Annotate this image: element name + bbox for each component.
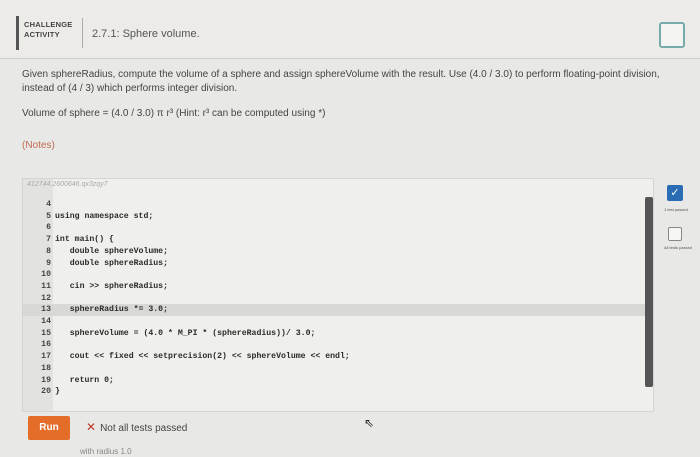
code-line[interactable]: 18 [23,363,653,375]
code-line[interactable]: 10 [23,269,653,281]
line-number: 9 [46,258,51,268]
code-line[interactable]: 9 double sphereRadius; [23,258,653,270]
badge-separator [82,18,83,48]
code-line[interactable]: 13 sphereRadius *= 3.0; [23,304,653,316]
code-text[interactable]: double sphereVolume; [51,246,168,258]
fail-x-icon: ✕ [86,420,97,434]
partial-bottom-text: with radius 1.0 [80,447,132,456]
line-number: 15 [41,328,51,338]
volume-formula: Volume of sphere = (4.0 / 3.0) π r³ (Hin… [22,108,326,119]
code-line[interactable]: 4 [23,199,653,211]
mouse-cursor-icon: ⇖ [364,416,375,430]
code-text[interactable]: cout << fixed << setprecision(2) << sphe… [51,351,350,363]
code-line[interactable]: 6 [23,222,653,234]
code-line[interactable]: 7 int main() { [23,234,653,246]
code-editor[interactable]: 412744.2600646.qx3zqy7 4 5 using namespace… [22,178,654,412]
code-line[interactable]: 5 using namespace std; [23,211,653,223]
test-passed-label: 1 test passed [664,207,688,212]
code-line[interactable]: 11 cin >> sphereRadius; [23,281,653,293]
code-line[interactable]: 8 double sphereVolume; [23,246,653,258]
editor-id-text: 412744.2600646.qx3zqy7 [27,181,108,188]
badge-line-2: ACTIVITY [24,30,60,39]
line-number: 10 [41,270,51,280]
line-number: 6 [46,223,51,233]
code-line[interactable]: 17 cout << fixed << setprecision(2) << s… [23,351,653,363]
completion-check-icon [659,22,685,48]
checkmark-icon: ✓ [667,185,683,201]
activity-title: 2.7.1: Sphere volume. [92,28,200,40]
editor-scrollbar[interactable] [645,197,653,387]
test-result: ✕ Not all tests passed [86,420,187,434]
problem-description: Given sphereRadius, compute the volume o… [22,69,660,94]
line-number: 4 [46,200,51,209]
line-number: 16 [41,340,51,350]
line-number: 19 [41,375,51,385]
line-number: 8 [46,246,51,256]
line-number: 20 [41,387,51,397]
line-number: 14 [41,317,51,326]
code-text[interactable]: int main() { [51,234,114,246]
code-line[interactable]: 16 [23,339,653,351]
notes-link[interactable]: (Notes) [22,140,55,151]
test-box-icon [668,227,682,241]
line-number: 5 [46,211,51,221]
result-text: Not all tests passed [100,423,188,434]
challenge-activity-badge: CHALLENGE ACTIVITY [24,20,72,40]
header-accent-bar [16,16,19,50]
code-text[interactable]: } [51,386,60,398]
run-button[interactable]: Run [28,416,70,440]
code-text[interactable]: sphereRadius *= 3.0; [51,304,168,316]
line-number: 7 [46,235,51,245]
line-number: 13 [41,305,51,315]
code-text[interactable]: return 0; [51,375,114,387]
code-line[interactable]: 20} [23,386,653,398]
code-text[interactable]: using namespace std; [51,211,153,223]
code-text[interactable]: double sphereRadius; [51,258,168,270]
all-tests-label: All tests passed [664,245,693,250]
badge-line-1: CHALLENGE [24,20,73,29]
code-text[interactable]: cin >> sphereRadius; [51,281,168,293]
code-line[interactable]: 15 sphereVolume = (4.0 * M_PI * (sphereR… [23,328,653,340]
code-line[interactable]: 12 [23,293,653,305]
code-line[interactable]: 14 [23,316,653,328]
activity-header: CHALLENGE ACTIVITY 2.7.1: Sphere volume. [0,0,700,59]
line-number: 11 [41,281,51,291]
line-number: 12 [41,293,51,303]
code-line[interactable]: 19 return 0; [23,375,653,387]
code-text[interactable]: sphereVolume = (4.0 * M_PI * (sphereRadi… [51,328,316,340]
line-number: 18 [41,363,51,373]
line-number: 17 [41,352,51,362]
